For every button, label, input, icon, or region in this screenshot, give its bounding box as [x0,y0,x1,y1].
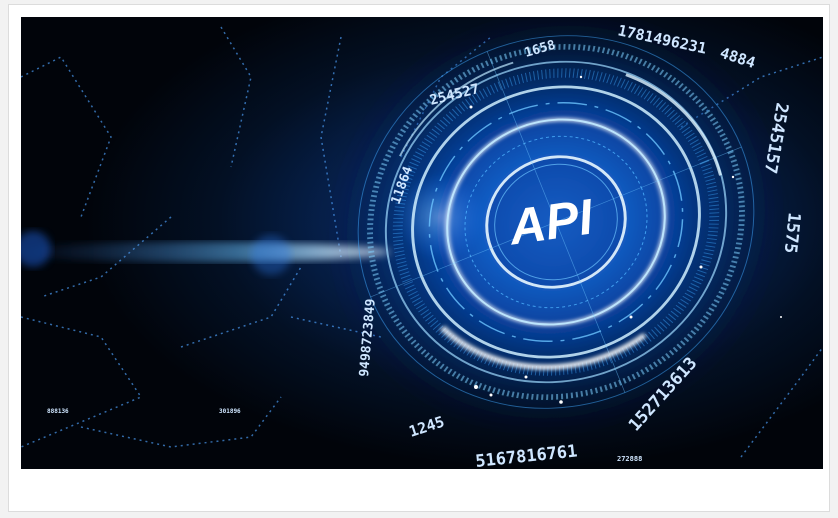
hero-illustration: API 1781496231 4884 254527 1658 11864 94… [21,17,823,469]
digits-tiny-right: 272888 [617,455,642,463]
digits-right-mid: 1575 [780,211,804,254]
image-card: API 1781496231 4884 254527 1658 11864 94… [8,4,830,512]
api-label: API [504,188,597,255]
api-hero-image: API 1781496231 4884 254527 1658 11864 94… [21,17,823,469]
digits-tiny-left: 888136 [47,408,69,415]
digits-tiny-mid: 301896 [219,408,241,415]
